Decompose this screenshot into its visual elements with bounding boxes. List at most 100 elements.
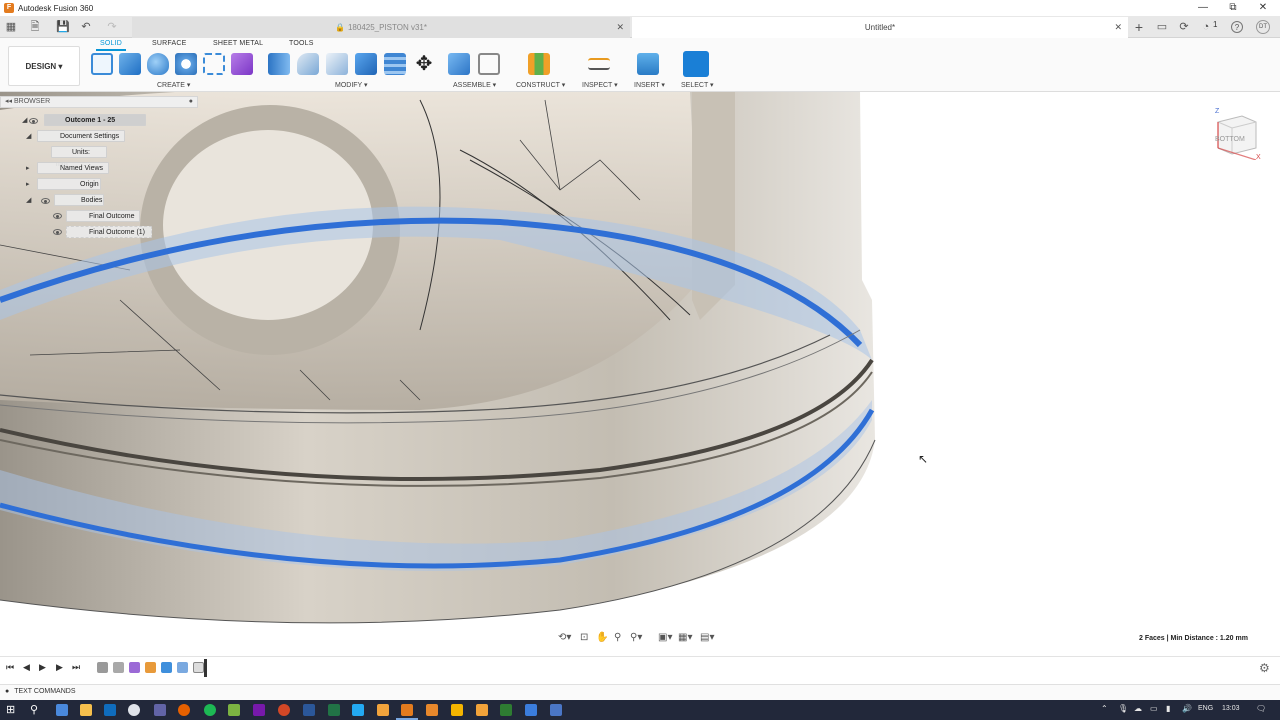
notification-center-icon[interactable]: 🗨 xyxy=(1256,704,1266,713)
move-copy-icon[interactable]: ✥ xyxy=(413,53,435,75)
timeline-feature-component[interactable] xyxy=(145,662,156,673)
timeline-feature-body[interactable] xyxy=(97,662,108,673)
network-icon[interactable]: ▮ xyxy=(1166,704,1170,713)
fillet-icon[interactable] xyxy=(297,53,319,75)
visibility-eye-icon[interactable] xyxy=(53,229,62,235)
new-tab-button[interactable]: + xyxy=(1131,19,1147,35)
zoom-icon[interactable]: ⚲ xyxy=(614,632,621,643)
orbit-icon[interactable]: ⟲▾ xyxy=(558,632,571,643)
timeline-feature-sketch[interactable] xyxy=(193,662,204,673)
help-icon[interactable]: ? xyxy=(1231,21,1243,33)
extrude-icon[interactable] xyxy=(119,53,141,75)
new-component-icon[interactable] xyxy=(448,53,470,75)
expand-root-icon[interactable]: ◢ xyxy=(22,116,27,124)
measure-icon[interactable] xyxy=(588,58,610,70)
text-commands-bar[interactable]: ● TEXT COMMANDS xyxy=(0,684,1280,700)
file-menu-icon[interactable]: 🗎 xyxy=(27,19,43,35)
save-icon[interactable]: 💾 xyxy=(55,19,71,35)
step-back-button[interactable]: ◀ xyxy=(23,662,30,673)
onenote-icon[interactable] xyxy=(253,704,265,716)
microphone-icon[interactable]: 🎙 xyxy=(1118,704,1128,713)
step-forward-button[interactable]: ▶ xyxy=(56,662,63,673)
tab-surface[interactable]: SURFACE xyxy=(152,40,186,47)
expand-named-views-icon[interactable]: ▸ xyxy=(26,164,30,172)
browser-item-body-final-outcome[interactable]: Final Outcome xyxy=(66,210,140,222)
app-icon[interactable] xyxy=(500,704,512,716)
onedrive-icon[interactable]: ☁ xyxy=(1134,704,1142,713)
tab-solid[interactable]: SOLID xyxy=(95,40,127,51)
file-explorer-icon[interactable] xyxy=(80,704,92,716)
teams-icon[interactable] xyxy=(154,704,166,716)
construct-menu[interactable]: CONSTRUCT ▾ xyxy=(516,81,565,89)
select-menu[interactable]: SELECT ▾ xyxy=(681,81,714,89)
shell-icon[interactable] xyxy=(355,53,377,75)
tab-tools[interactable]: TOOLS xyxy=(289,40,314,47)
outlook-icon[interactable] xyxy=(104,704,116,716)
app-icon[interactable] xyxy=(525,704,537,716)
expand-document-settings-icon[interactable]: ◢ xyxy=(26,132,31,140)
browser-item-units[interactable]: Units: mm xyxy=(51,146,107,168)
create-menu[interactable]: CREATE ▾ xyxy=(157,81,190,89)
insert-menu[interactable]: INSERT ▾ xyxy=(634,81,665,89)
user-avatar[interactable]: DT xyxy=(1256,20,1270,34)
notifications-icon[interactable]: ◔ xyxy=(1198,19,1214,35)
visibility-eye-icon[interactable] xyxy=(29,118,38,124)
firefox-icon[interactable] xyxy=(178,704,190,716)
app-icon[interactable] xyxy=(476,704,488,716)
browser-item-named-views[interactable]: Named Views xyxy=(37,162,109,174)
play-button[interactable]: ▶ xyxy=(39,662,46,673)
language-indicator[interactable]: ENG xyxy=(1198,705,1213,712)
timeline-settings-icon[interactable]: ⚙ xyxy=(1259,661,1270,675)
select-icon[interactable] xyxy=(683,51,709,77)
fusion-taskbar-icon[interactable] xyxy=(401,704,413,716)
timeline-feature-combine[interactable] xyxy=(177,662,188,673)
joint-icon[interactable] xyxy=(478,53,500,75)
3d-canvas[interactable]: ↖ xyxy=(0,92,1280,650)
go-to-start-button[interactable]: ⏮ xyxy=(6,662,14,673)
app-icon[interactable] xyxy=(550,704,562,716)
create-form-icon[interactable] xyxy=(231,53,253,75)
tab-untitled[interactable]: Untitled* ✕ xyxy=(632,17,1128,38)
fit-icon[interactable]: ⚲▾ xyxy=(630,632,642,643)
revolve-icon[interactable] xyxy=(147,53,169,75)
start-button-icon[interactable]: ⊞ xyxy=(6,704,18,716)
undo-icon[interactable]: ↶ xyxy=(78,19,94,35)
tab-sheet-metal[interactable]: SHEET METAL xyxy=(213,40,263,47)
browser-item-body-final-outcome-1[interactable]: Final Outcome (1) xyxy=(66,226,152,238)
create-sketch-icon[interactable] xyxy=(91,53,113,75)
look-at-icon[interactable]: ⊡ xyxy=(580,632,588,643)
tab-piston[interactable]: 🔒 180425_PISTON v31* ✕ xyxy=(132,17,630,38)
spotify-icon[interactable] xyxy=(204,704,216,716)
timeline-feature-body[interactable] xyxy=(113,662,124,673)
search-icon[interactable]: ⚲ xyxy=(30,704,42,716)
viewports-icon[interactable]: ▤▾ xyxy=(700,632,714,643)
expand-origin-icon[interactable]: ▸ xyxy=(26,180,30,188)
volume-icon[interactable]: 🔊 xyxy=(1182,704,1192,713)
app-icon[interactable] xyxy=(426,704,438,716)
go-to-end-button[interactable]: ⏭ xyxy=(72,662,80,673)
app-grid-icon[interactable]: ▦ xyxy=(3,19,19,35)
vscode-icon[interactable] xyxy=(352,704,364,716)
restore-button[interactable]: ⧉ xyxy=(1218,0,1248,16)
notepad-icon[interactable] xyxy=(228,704,240,716)
collapse-browser-icon[interactable]: ◂◂ xyxy=(5,98,12,105)
visibility-eye-icon[interactable] xyxy=(41,198,50,204)
browser-item-bodies[interactable]: Bodies xyxy=(54,194,104,206)
combine-icon[interactable] xyxy=(384,53,406,75)
browser-panel-header[interactable]: ◂◂ BROWSER ● xyxy=(0,96,198,108)
minimize-button[interactable]: — xyxy=(1188,0,1218,16)
chrome-icon[interactable] xyxy=(128,704,140,716)
close-tab-icon[interactable]: ✕ xyxy=(616,17,624,38)
battery-icon[interactable]: ▭ xyxy=(1150,704,1158,713)
browser-item-document-settings[interactable]: Document Settings xyxy=(37,130,125,142)
edge-icon[interactable] xyxy=(56,704,68,716)
word-icon[interactable] xyxy=(303,704,315,716)
timeline-marker[interactable] xyxy=(204,659,207,677)
extensions-icon[interactable]: ⟳ xyxy=(1176,19,1192,35)
inspect-menu[interactable]: INSPECT ▾ xyxy=(582,81,618,89)
modify-menu[interactable]: MODIFY ▾ xyxy=(335,81,368,89)
browser-pin-icon[interactable]: ● xyxy=(189,97,193,107)
clock[interactable]: 13:03 xyxy=(1222,705,1240,712)
offset-plane-icon[interactable] xyxy=(528,53,550,75)
pattern-icon[interactable] xyxy=(203,53,225,75)
